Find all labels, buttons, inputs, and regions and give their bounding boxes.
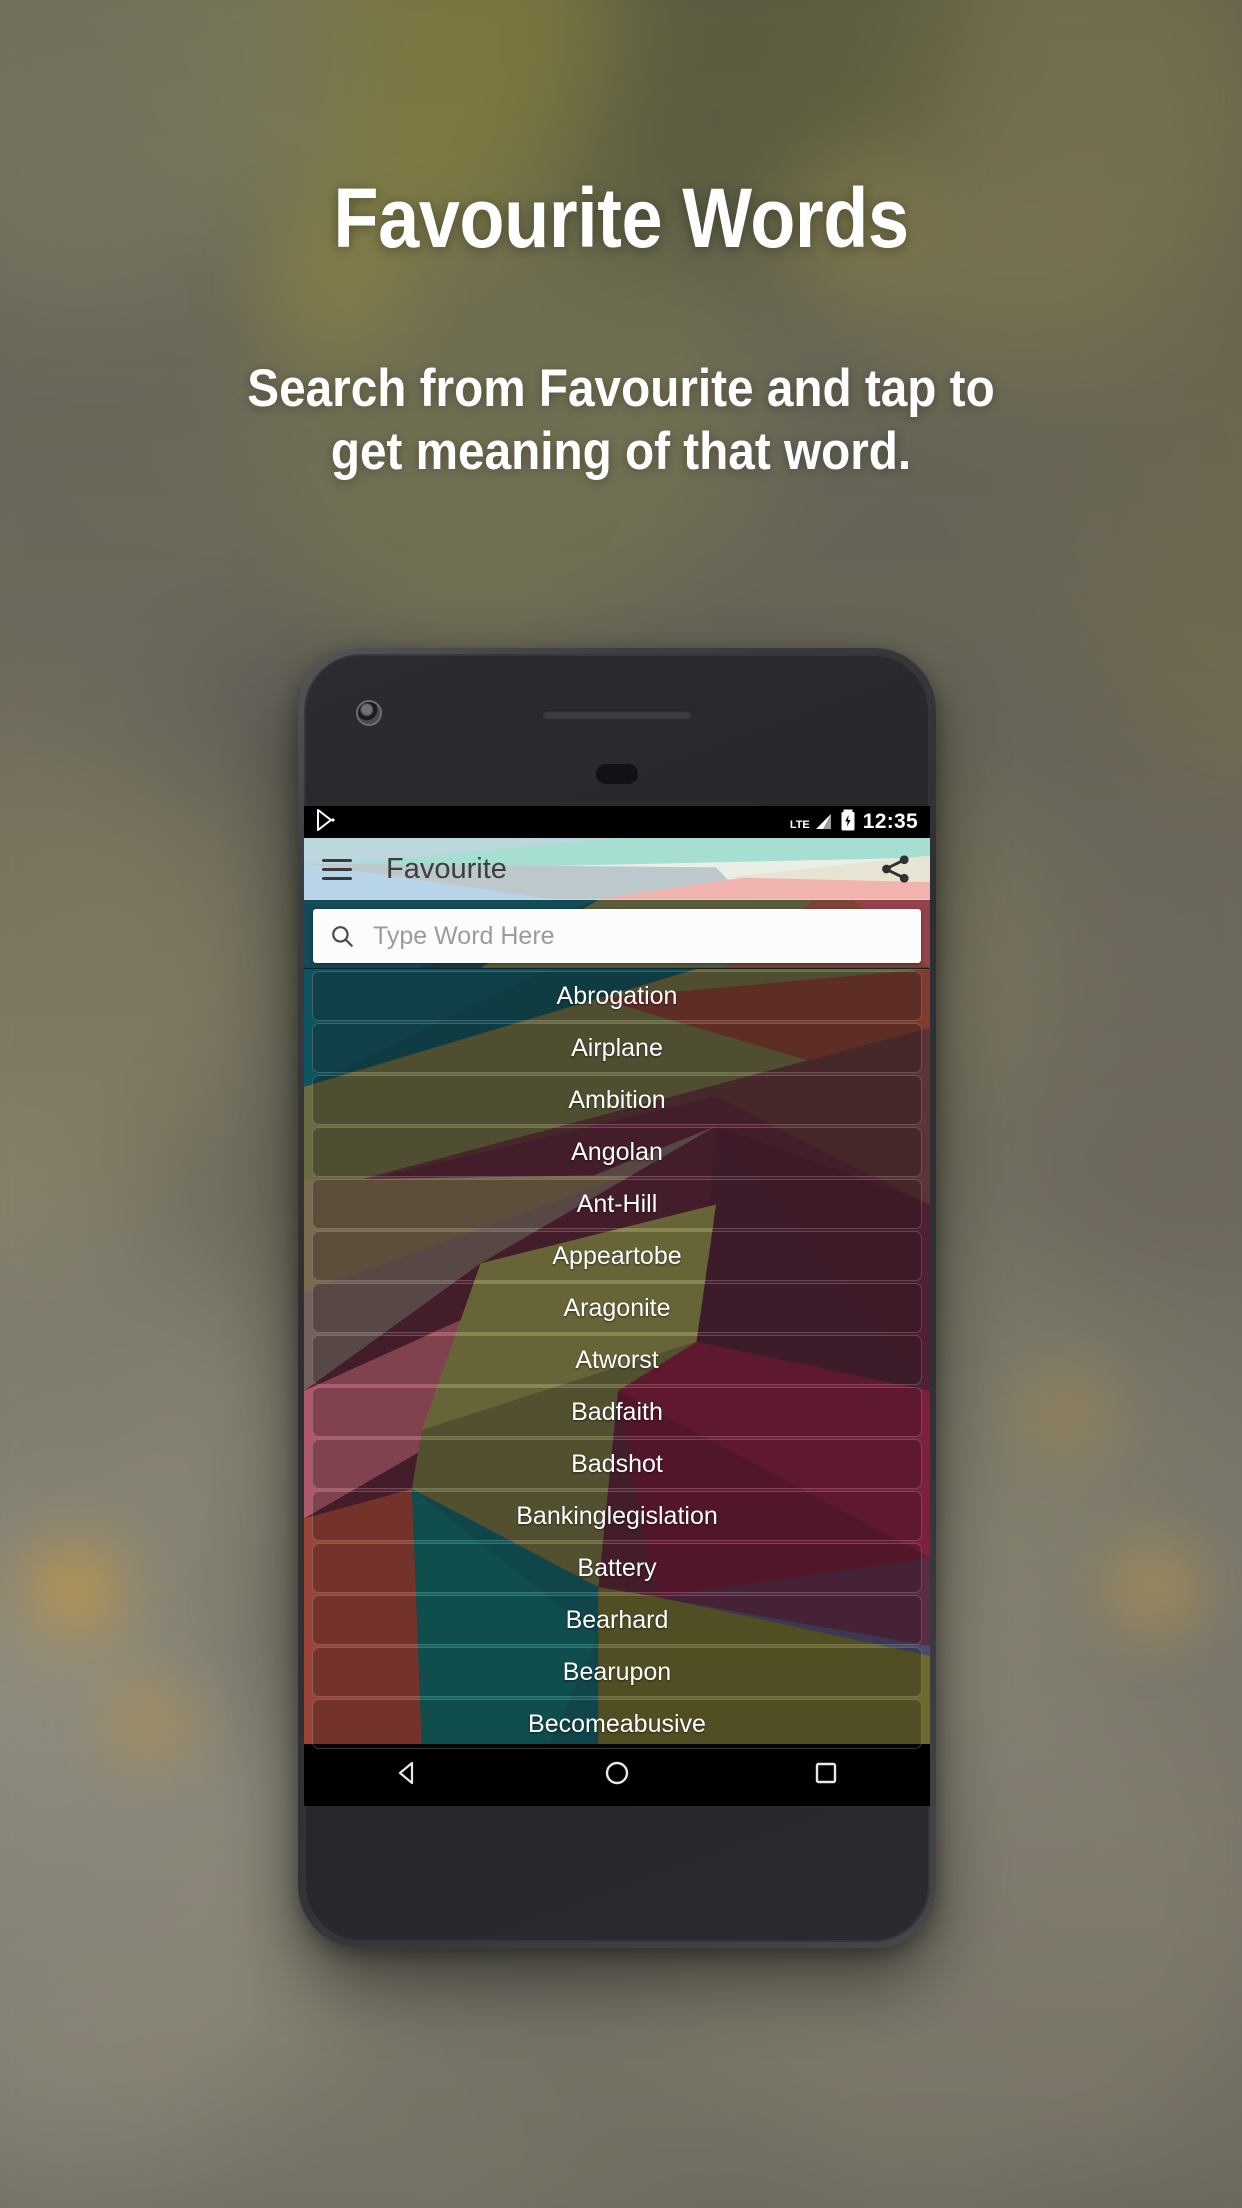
share-icon[interactable] xyxy=(878,852,912,886)
toolbar-title: Favourite xyxy=(386,852,507,885)
proximity-sensor-pill xyxy=(596,764,638,784)
phone-screen: LTE 12:35 Favourite Type Word Here Abrog… xyxy=(304,806,930,1806)
word-list-item-label: Abrogation xyxy=(556,981,678,1010)
word-list-item[interactable]: Badfaith xyxy=(312,1387,922,1437)
word-list-item[interactable]: Airplane xyxy=(312,1023,922,1073)
promo-text-block: Favourite Words Search from Favourite an… xyxy=(0,0,1242,483)
word-list-area: Abrogation Airplane Ambition Angolan Ant-Hil… xyxy=(304,969,930,1759)
status-bar-clock: 12:35 xyxy=(862,810,918,833)
word-list-item-label: Angolan xyxy=(571,1137,663,1166)
word-list-item-label: Aragonite xyxy=(563,1293,671,1322)
phone-body: LTE 12:35 Favourite Type Word Here Abrog… xyxy=(304,654,930,1942)
word-list-item[interactable]: Badshot xyxy=(312,1439,922,1489)
word-list-item-label: Atworst xyxy=(575,1345,659,1374)
word-list-item[interactable]: Ambition xyxy=(312,1075,922,1125)
word-list-item[interactable]: Bankinglegislation xyxy=(312,1491,922,1541)
word-list: Abrogation Airplane Ambition Angolan Ant-Hil… xyxy=(304,969,930,1749)
signal-bars-icon: LTE xyxy=(790,813,833,831)
search-area: Type Word Here xyxy=(304,900,930,969)
page-subtitle-line-1: Search from Favourite and tap to xyxy=(247,359,995,418)
earpiece-speaker xyxy=(542,710,692,719)
phone-bottom-bezel xyxy=(304,1806,930,1942)
status-bar: LTE 12:35 xyxy=(304,806,930,838)
word-list-item-label: Ambition xyxy=(568,1085,666,1114)
play-store-icon xyxy=(316,808,336,836)
word-list-item-label: Appeartobe xyxy=(552,1241,682,1270)
word-list-item[interactable]: Atworst xyxy=(312,1335,922,1385)
recents-nav-icon[interactable] xyxy=(809,1756,843,1795)
search-input[interactable]: Type Word Here xyxy=(313,909,921,963)
word-list-item[interactable]: Abrogation xyxy=(312,971,922,1021)
word-list-item[interactable]: Appeartobe xyxy=(312,1231,922,1281)
phone-device-mockup: LTE 12:35 Favourite Type Word Here Abrog… xyxy=(298,648,936,1948)
word-list-item[interactable]: Ant-Hill xyxy=(312,1179,922,1229)
word-list-item[interactable]: Battery xyxy=(312,1543,922,1593)
word-list-item[interactable]: Bearhard xyxy=(312,1595,922,1645)
word-list-item-label: Badshot xyxy=(571,1449,663,1478)
word-list-item-label: Bearhard xyxy=(565,1605,669,1634)
hamburger-menu-icon[interactable] xyxy=(322,858,352,880)
word-list-item-label: Battery xyxy=(577,1553,657,1582)
battery-charging-icon xyxy=(841,809,855,836)
word-list-item-label: Badfaith xyxy=(571,1397,663,1426)
page-subtitle-line-2: get meaning of that word. xyxy=(330,421,912,481)
search-icon xyxy=(329,923,355,949)
word-list-item-label: Ant-Hill xyxy=(576,1189,658,1218)
app-toolbar: Favourite xyxy=(304,838,930,900)
front-camera-icon xyxy=(358,702,380,724)
page-title: Favourite Words xyxy=(333,171,909,265)
word-list-item-label: Becomeabusive xyxy=(528,1709,706,1738)
search-placeholder: Type Word Here xyxy=(373,921,555,950)
network-label: LTE xyxy=(789,819,810,831)
page-subtitle: Search from Favourite and tap to get mea… xyxy=(62,358,1180,483)
status-bar-right: LTE 12:35 xyxy=(790,809,918,836)
word-list-item-label: Bearupon xyxy=(562,1657,672,1686)
toolbar-content: Favourite xyxy=(322,852,912,886)
status-bar-left xyxy=(316,808,790,836)
back-nav-icon[interactable] xyxy=(391,1756,425,1795)
home-nav-icon[interactable] xyxy=(600,1756,634,1795)
android-navigation-bar xyxy=(304,1744,930,1806)
word-list-item[interactable]: Angolan xyxy=(312,1127,922,1177)
word-list-item[interactable]: Bearupon xyxy=(312,1647,922,1697)
word-list-item-label: Bankinglegislation xyxy=(516,1501,718,1530)
word-list-item[interactable]: Becomeabusive xyxy=(312,1699,922,1749)
word-list-item-label: Airplane xyxy=(571,1033,663,1062)
word-list-item[interactable]: Aragonite xyxy=(312,1283,922,1333)
